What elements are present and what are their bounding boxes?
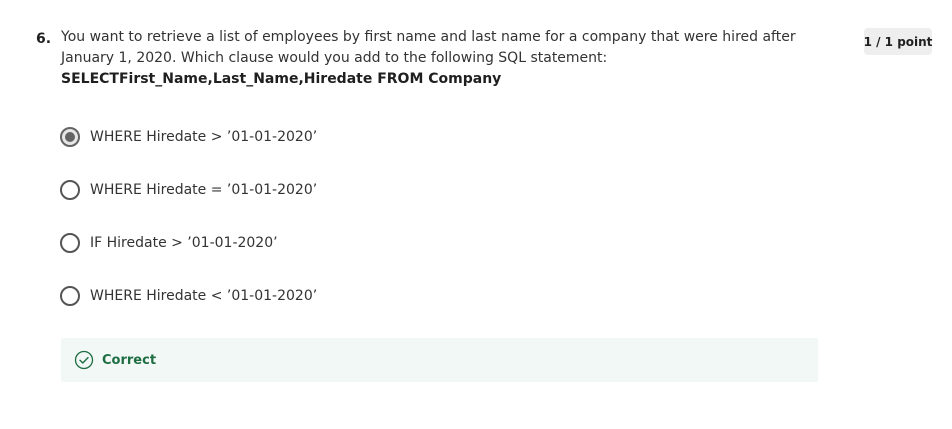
radio-button[interactable] bbox=[60, 233, 80, 253]
option-1[interactable]: WHERE Hiredate > ’01-01-2020’ bbox=[60, 126, 317, 148]
question-number: 6. bbox=[36, 31, 52, 47]
option-3[interactable]: IF Hiredate > ’01-01-2020’ bbox=[60, 232, 317, 254]
option-label: WHERE Hiredate < ’01-01-2020’ bbox=[90, 288, 318, 304]
radio-button[interactable] bbox=[60, 286, 80, 306]
radio-button-selected[interactable] bbox=[60, 127, 80, 147]
option-label: WHERE Hiredate = ’01-01-2020’ bbox=[90, 182, 318, 198]
feedback-label: Correct bbox=[102, 352, 157, 368]
question-prompt: You want to retrieve a list of employees… bbox=[61, 29, 796, 66]
question-text: You want to retrieve a list of employees… bbox=[61, 27, 831, 90]
option-2[interactable]: WHERE Hiredate = ’01-01-2020’ bbox=[60, 179, 317, 201]
points-badge: 1 / 1 point bbox=[864, 28, 932, 55]
option-4[interactable]: WHERE Hiredate < ’01-01-2020’ bbox=[60, 285, 317, 307]
feedback-banner: Correct bbox=[61, 338, 818, 382]
sql-statement: SELECTFirst_Name,Last_Name,Hiredate FROM… bbox=[61, 71, 502, 87]
radio-button[interactable] bbox=[60, 180, 80, 200]
option-label: WHERE Hiredate > ’01-01-2020’ bbox=[90, 129, 318, 145]
check-circle-icon bbox=[74, 350, 94, 370]
answer-options: WHERE Hiredate > ’01-01-2020’ WHERE Hire… bbox=[60, 126, 317, 338]
option-label: IF Hiredate > ’01-01-2020’ bbox=[90, 235, 278, 251]
